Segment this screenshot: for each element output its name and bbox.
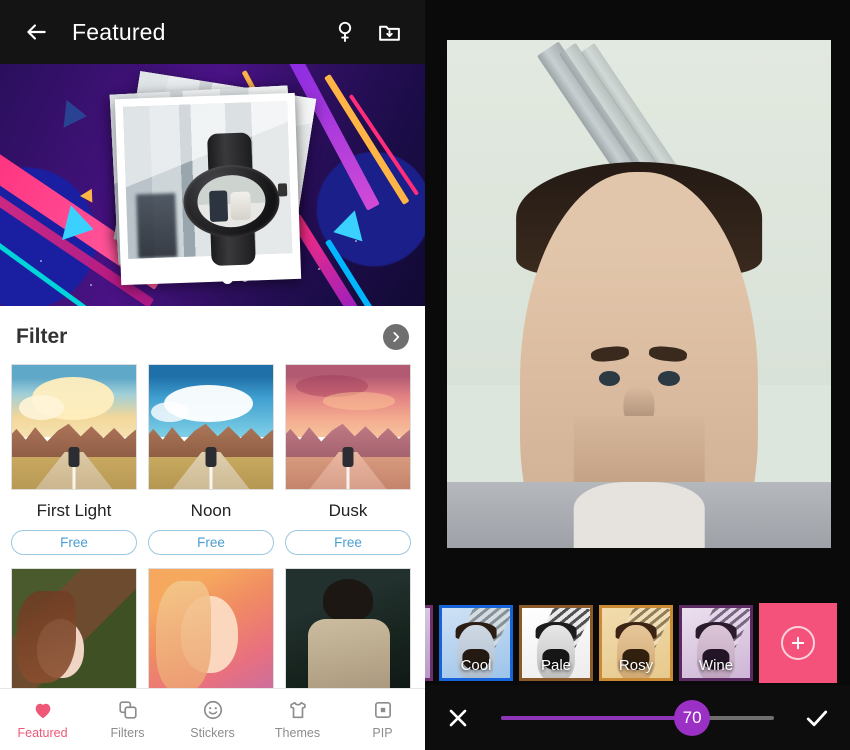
pager-dot[interactable] [207,275,213,282]
arrow-left-icon [27,24,46,40]
smiley-icon [203,700,222,720]
close-x-icon [449,709,467,726]
filter-card[interactable]: Noon Free [148,364,274,555]
tshirt-icon [289,701,306,719]
banner-pager[interactable] [0,273,425,284]
pager-dot-active[interactable] [222,273,233,284]
magnifier-icon [338,21,352,42]
filter-thumb-label: Wine [698,657,734,674]
slider-track[interactable]: 70 [501,699,774,736]
downloads-button[interactable] [367,10,411,54]
photo-canvas[interactable] [447,40,831,548]
filter-card-price-button[interactable]: Free [285,530,411,555]
app-screen: Featured Filter First Light Free Noon Fr… [0,0,850,750]
filter-card-thumbnail[interactable] [11,364,137,490]
confirm-button[interactable] [784,685,850,750]
slider-fill [501,715,693,720]
filter-thumb-partial[interactable] [425,605,433,681]
filter-card-thumbnail[interactable] [285,568,411,694]
filter-card-price-button[interactable]: Free [11,530,137,555]
filter-card-name: Dusk [328,501,368,520]
tab-label: Featured [17,726,68,740]
filter-card-thumbnail[interactable] [285,364,411,490]
filter-section-header: Filter [0,306,425,364]
filter-section-more-button[interactable] [383,324,409,350]
filter-card[interactable]: First Light Free [11,364,137,555]
tab-filters[interactable]: Filters [85,689,170,750]
filter-card[interactable]: Dusk Free [285,364,411,555]
filter-card-thumbnail[interactable] [11,568,137,694]
page-title: Featured [72,18,166,45]
back-button[interactable] [14,10,58,54]
filter-card-thumbnail[interactable] [148,364,274,490]
tab-pip[interactable]: PIP [340,689,425,750]
heart-icon [35,703,50,719]
banner-photo-stack [98,71,328,297]
chevron-right-icon [393,332,400,342]
app-header: Featured [0,0,425,64]
tab-label: PIP [372,726,393,740]
filter-thumb-cool[interactable]: Cool [439,605,513,681]
tab-featured[interactable]: Featured [0,689,85,750]
filter-card-price-button[interactable]: Free [148,530,274,555]
editor-panel: Cool Pale Rosy Wine 70 [425,0,850,750]
tab-label: Themes [274,726,321,740]
intensity-slider[interactable]: 70 [491,685,784,750]
filter-thumbnail-strip[interactable]: Cool Pale Rosy Wine [425,601,850,685]
filter-card-name: Noon [190,501,232,520]
filter-card-grid: First Light Free Noon Free Dusk Free [0,364,425,555]
add-filter-button[interactable] [759,603,837,683]
filter-section-title: Filter [16,325,68,348]
plus-icon [791,636,805,650]
plus-circle-icon [781,626,815,660]
search-button[interactable] [323,10,367,54]
pager-dot[interactable] [177,275,183,282]
filter-thumb-label: Pale [540,657,572,674]
pager-dot[interactable] [192,275,198,282]
filter-thumb-label: Rosy [618,657,654,674]
bottom-tabbar: Featured Filters Stickers Themes PIP [0,688,425,750]
cancel-button[interactable] [425,685,491,750]
filter-card-grid-secondary [0,568,425,694]
edited-photo-preview [447,40,831,548]
featured-banner[interactable] [0,64,425,306]
folder-download-icon [378,25,400,41]
tab-stickers[interactable]: Stickers [170,689,255,750]
filter-card-name: First Light [36,501,112,520]
filter-thumb-rosy[interactable]: Rosy [599,605,673,681]
store-panel: Featured Filter First Light Free Noon Fr… [0,0,425,750]
tab-label: Filters [110,726,145,740]
editor-action-bar: 70 [425,685,850,750]
tab-themes[interactable]: Themes [255,689,340,750]
store-content: Filter First Light Free Noon Free Dusk F… [0,306,425,750]
pager-dot[interactable] [242,275,248,282]
watch-graphic [173,131,288,267]
layers-icon [118,701,137,719]
tab-label: Stickers [190,726,235,740]
filter-card-thumbnail[interactable] [148,568,274,694]
filter-thumb-wine[interactable]: Wine [679,605,753,681]
pip-frame-icon [374,702,391,718]
filter-thumb-pale[interactable]: Pale [519,605,593,681]
filter-thumb-label: Cool [460,657,492,674]
check-icon [806,710,828,726]
slider-knob[interactable]: 70 [674,699,711,736]
banner-polaroid-front [114,92,302,286]
